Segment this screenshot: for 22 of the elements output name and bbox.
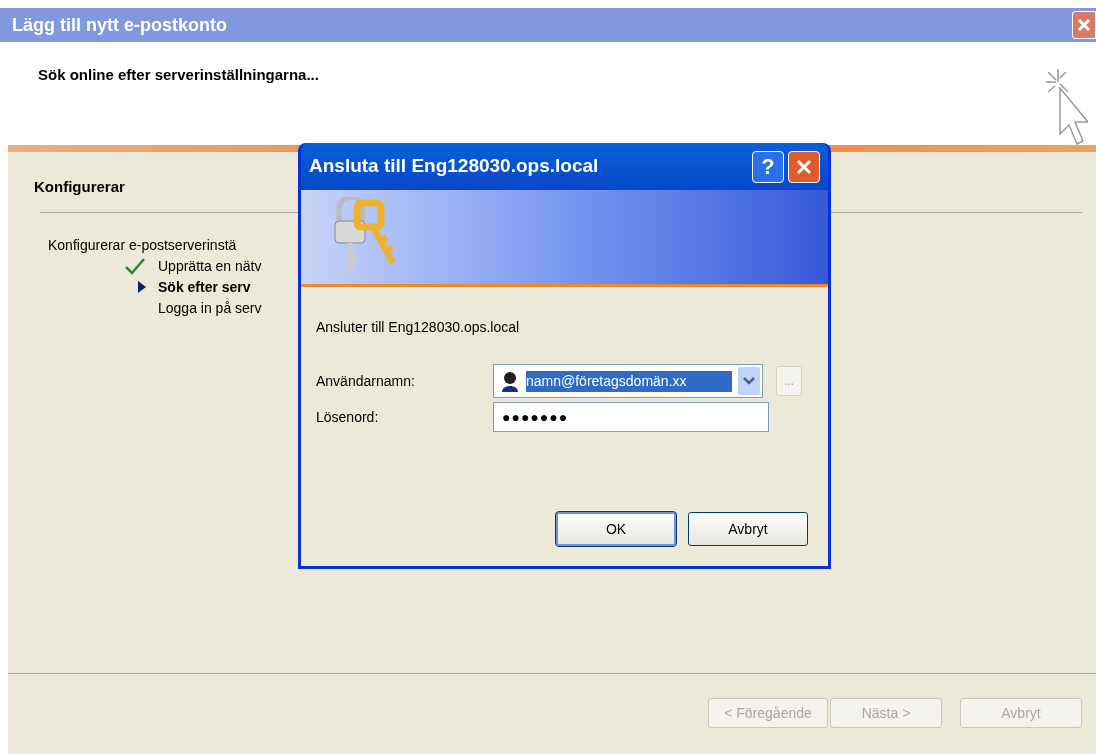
close-button[interactable]	[1072, 11, 1096, 39]
chevron-down-icon	[743, 377, 755, 385]
close-icon	[1076, 17, 1092, 33]
password-field[interactable]: ●●●●●●●	[493, 402, 769, 432]
step-label: Upprätta en nätv	[158, 256, 262, 276]
connect-message: Ansluter till Eng128030.ops.local	[316, 318, 520, 337]
username-combobox[interactable]: namn@företagsdomän.xx	[493, 364, 763, 398]
dropdown-button[interactable]	[738, 367, 760, 395]
header-title: Sök online efter serverinställningarna...	[38, 65, 319, 85]
window-title: Lägg till nytt e-postkonto	[12, 13, 227, 37]
user-icon	[500, 370, 520, 392]
section-title: Konfigurerar	[34, 177, 125, 197]
help-button[interactable]: ?	[752, 150, 784, 183]
username-label: Användarnamn:	[316, 371, 416, 391]
step-label: Sök efter serv	[158, 277, 251, 297]
dialog-title: Ansluta till Eng128030.ops.local	[309, 154, 599, 179]
dialog-button[interactable]: Avbryt	[688, 512, 808, 546]
close-button[interactable]	[788, 150, 820, 183]
intro-text: Konfigurerar e-postserverinstä	[48, 235, 237, 255]
password-label: Lösenord:	[316, 407, 380, 427]
step-label: Logga in på serv	[158, 298, 262, 318]
dialog-button[interactable]: OK	[556, 512, 676, 546]
